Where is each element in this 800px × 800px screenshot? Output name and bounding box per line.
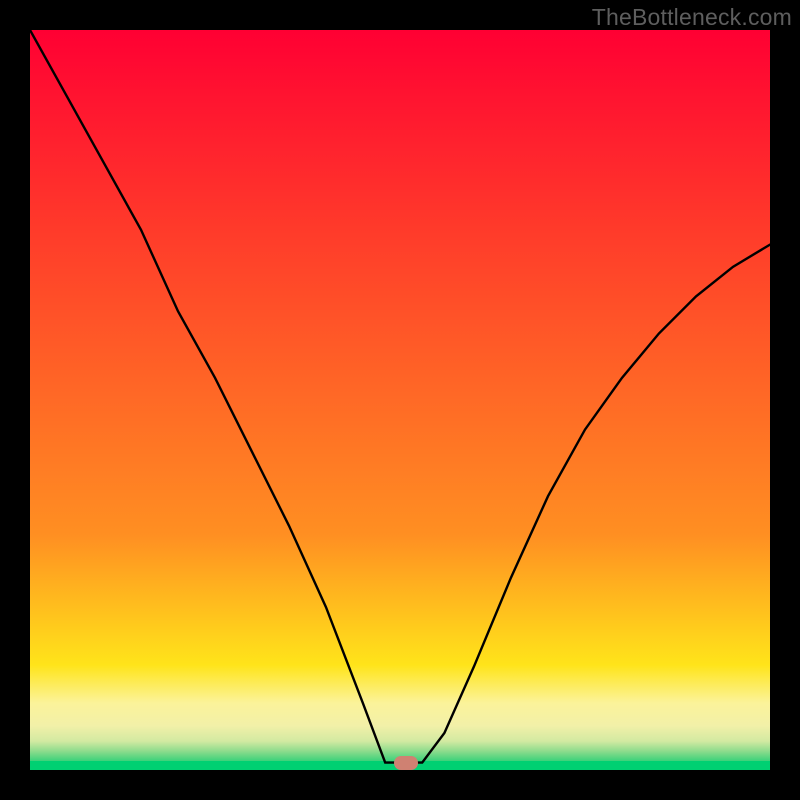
watermark-text: TheBottleneck.com: [592, 4, 792, 31]
optimal-marker: [394, 756, 418, 770]
bottleneck-curve: [30, 30, 770, 763]
chart-frame: TheBottleneck.com: [0, 0, 800, 800]
curve-svg: [30, 30, 770, 770]
plot-area: [30, 30, 770, 770]
